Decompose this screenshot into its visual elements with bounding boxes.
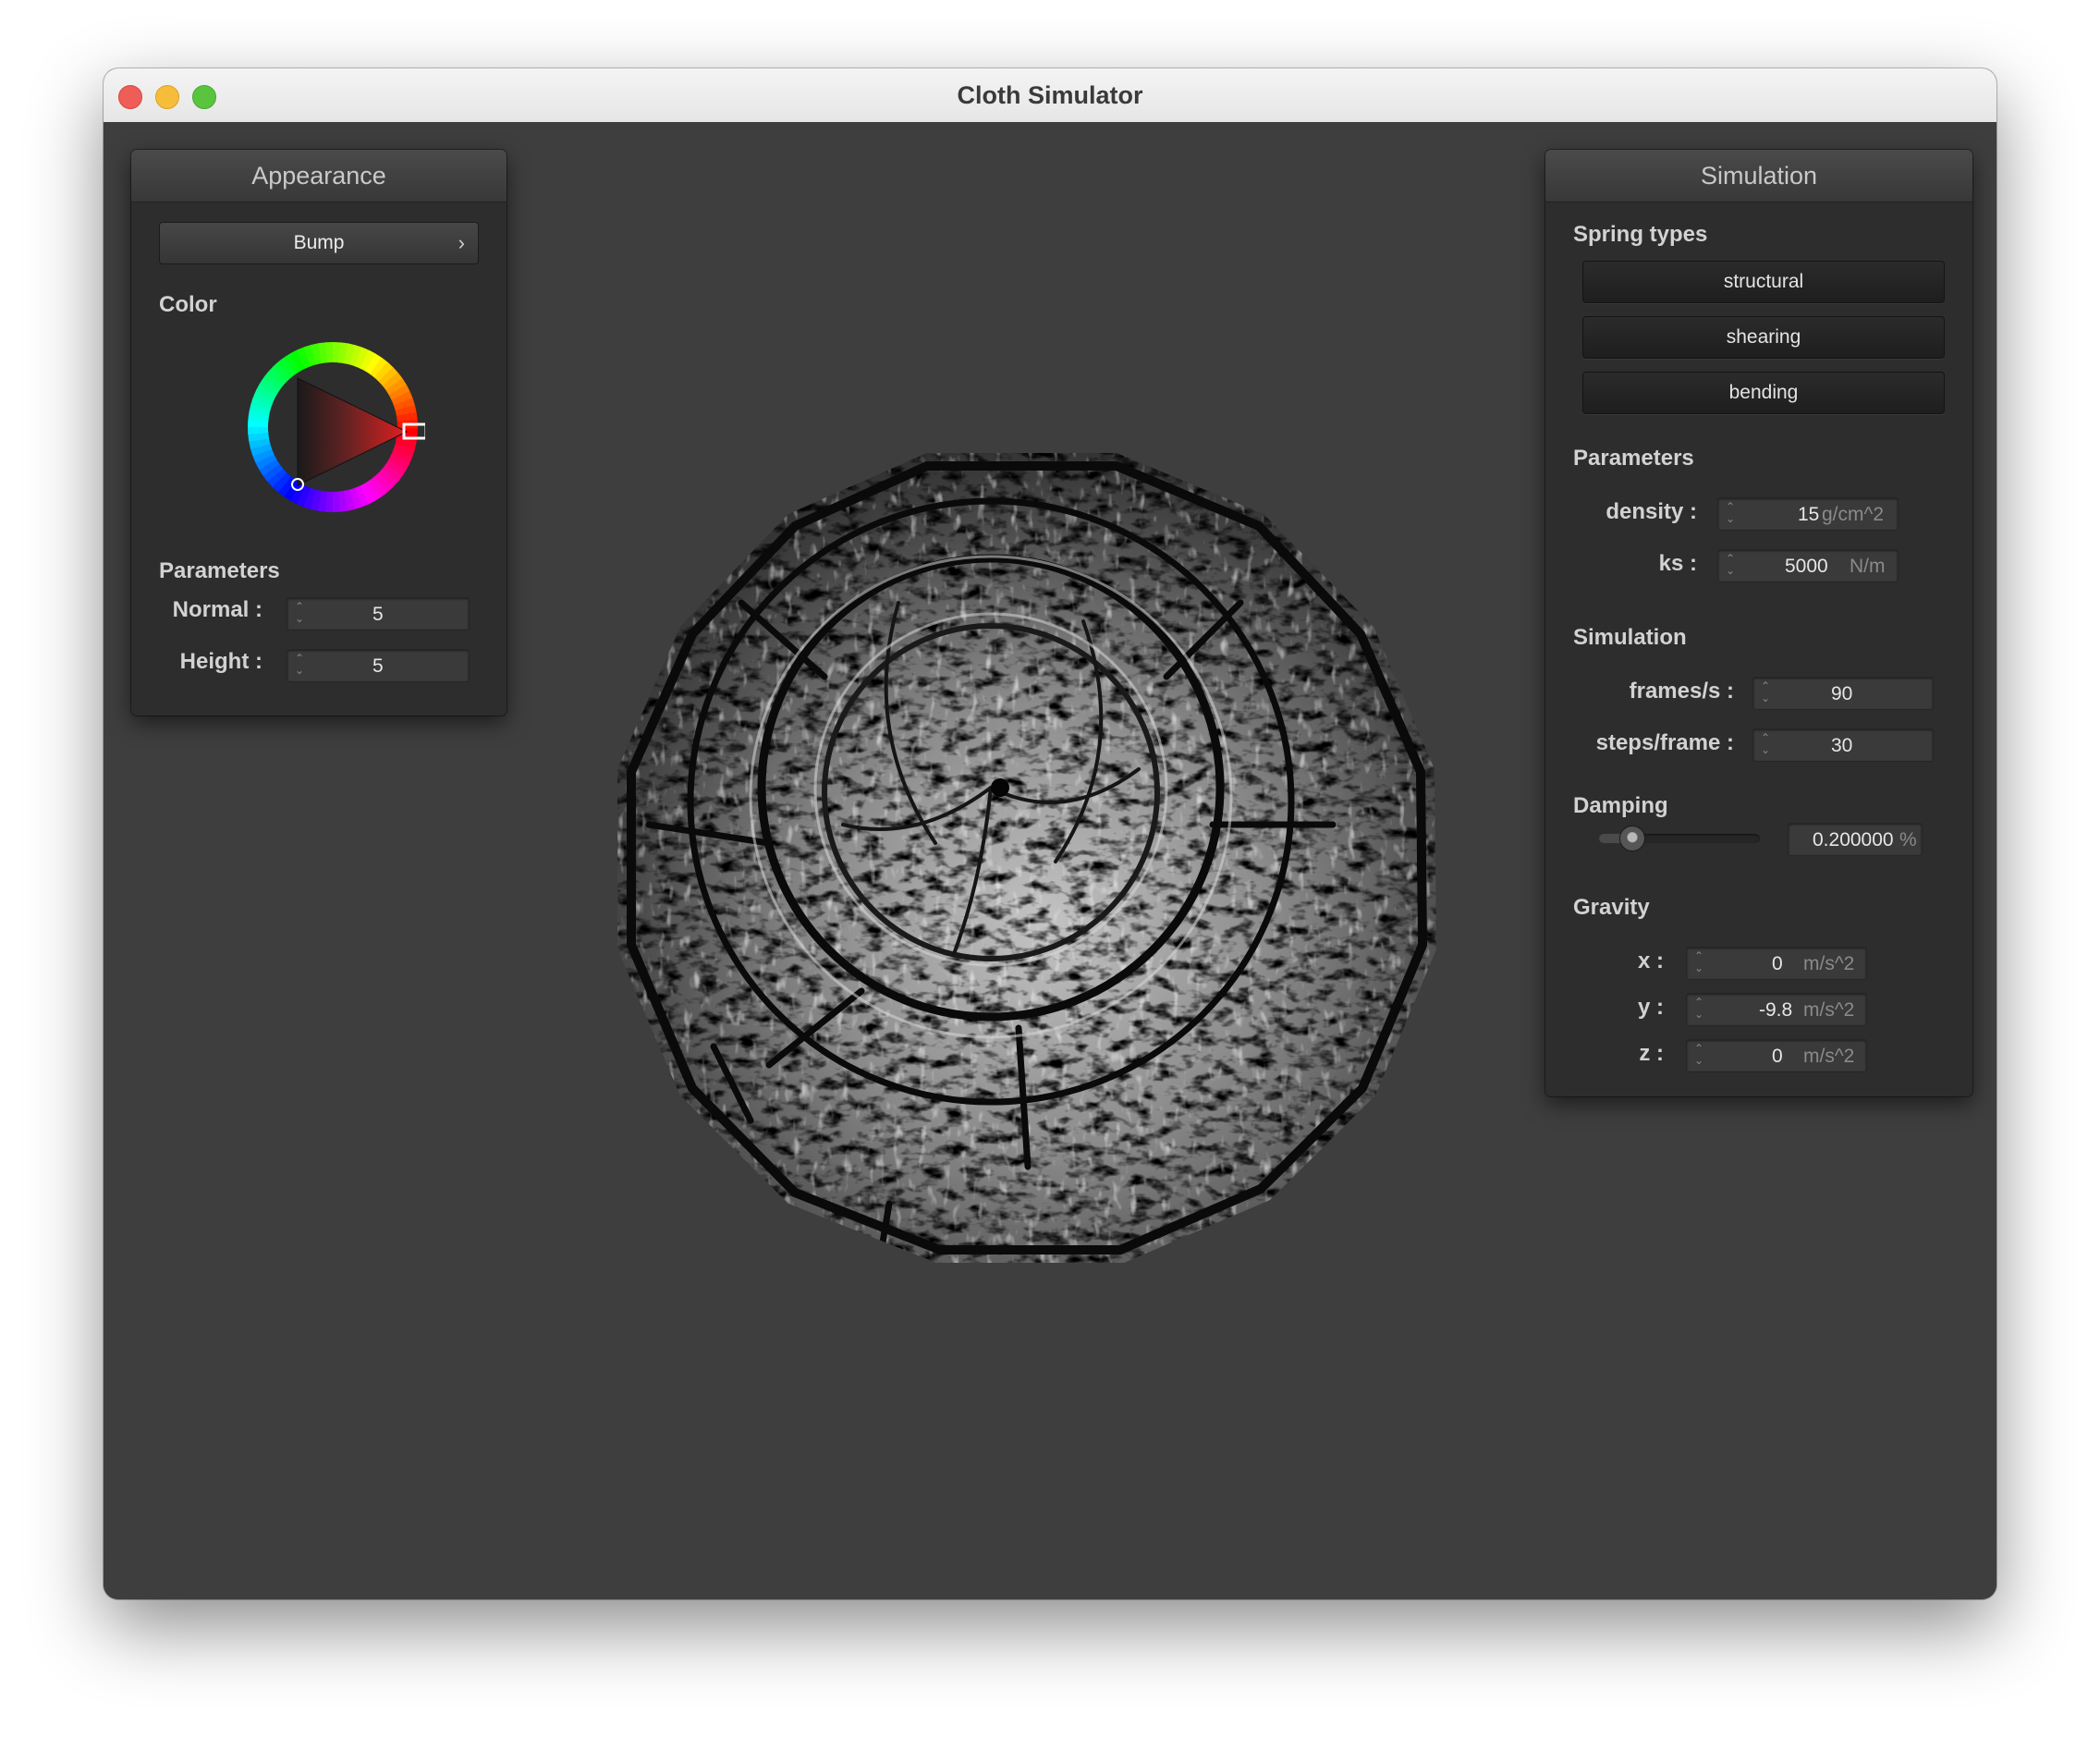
sim-parameters-label: Parameters xyxy=(1573,446,1694,471)
stepper-icon[interactable]: ⌃ ⌄ xyxy=(295,601,304,625)
gravity-y-input[interactable]: ⌃ ⌄ -9.8 m/s^2 xyxy=(1686,993,1867,1026)
density-input[interactable]: ⌃ ⌄ 15 g/cm^2 xyxy=(1717,497,1899,531)
stepper-icon[interactable]: ⌃ ⌄ xyxy=(1726,553,1735,577)
steps-per-frame-label: steps/frame : xyxy=(1595,730,1734,755)
density-label: density : xyxy=(1606,499,1697,524)
app-window: Cloth Simulator Appearance Bump › Color … xyxy=(104,68,1996,1599)
stepper-icon[interactable]: ⌃ ⌄ xyxy=(1761,732,1770,756)
gravity-z-input[interactable]: ⌃ ⌄ 0 m/s^2 xyxy=(1686,1039,1867,1072)
appearance-panel-title[interactable]: Appearance xyxy=(131,150,507,202)
simulation-section-label: Simulation xyxy=(1573,625,1687,650)
stepper-icon[interactable]: ⌃ ⌄ xyxy=(1694,950,1703,974)
gravity-z-label: z : xyxy=(1639,1041,1664,1066)
stepper-icon[interactable]: ⌃ ⌄ xyxy=(1694,997,1703,1021)
stepper-icon[interactable]: ⌃ ⌄ xyxy=(1694,1043,1703,1067)
steps-per-frame-input[interactable]: ⌃ ⌄ 30 xyxy=(1752,728,1934,762)
simulation-panel-title[interactable]: Simulation xyxy=(1545,150,1972,202)
window-title: Cloth Simulator xyxy=(957,81,1143,109)
shader-select[interactable]: Bump › xyxy=(159,222,479,264)
color-wheel[interactable] xyxy=(240,335,425,520)
spring-types-label: Spring types xyxy=(1573,222,1708,247)
ks-input[interactable]: ⌃ ⌄ 5000 N/m xyxy=(1717,549,1899,582)
damping-label: Damping xyxy=(1573,793,1668,818)
color-section-label: Color xyxy=(159,292,217,317)
chevron-right-icon: › xyxy=(458,231,465,254)
height-input[interactable]: ⌃ ⌄ 5 xyxy=(287,649,470,682)
fps-label: frames/s : xyxy=(1629,679,1734,704)
stepper-icon[interactable]: ⌃ ⌄ xyxy=(1726,501,1735,525)
height-label: Height : xyxy=(179,649,262,674)
ks-label: ks : xyxy=(1658,551,1697,576)
damping-input[interactable]: 0.200000 % xyxy=(1788,823,1923,856)
gravity-label: Gravity xyxy=(1573,895,1650,920)
damping-slider[interactable] xyxy=(1599,826,1760,851)
gravity-y-label: y : xyxy=(1637,995,1664,1020)
appearance-panel: Appearance Bump › Color Parameters Norma… xyxy=(131,150,507,716)
fps-input[interactable]: ⌃ ⌄ 90 xyxy=(1752,677,1934,710)
bending-toggle[interactable]: bending xyxy=(1582,372,1945,414)
gravity-x-label: x : xyxy=(1637,949,1664,973)
shearing-toggle[interactable]: shearing xyxy=(1582,316,1945,359)
stepper-icon[interactable]: ⌃ ⌄ xyxy=(1761,680,1770,704)
gravity-x-input[interactable]: ⌃ ⌄ 0 m/s^2 xyxy=(1686,947,1867,980)
title-bar: Cloth Simulator xyxy=(104,68,1996,123)
damping-slider-handle[interactable] xyxy=(1618,826,1645,851)
appearance-parameters-label: Parameters xyxy=(159,558,280,583)
stepper-icon[interactable]: ⌃ ⌄ xyxy=(295,653,304,677)
shader-select-value: Bump xyxy=(293,232,345,253)
normal-label: Normal : xyxy=(172,597,262,622)
simulation-panel: Simulation Spring types structural shear… xyxy=(1545,150,1972,1096)
normal-input[interactable]: ⌃ ⌄ 5 xyxy=(287,597,470,630)
structural-toggle[interactable]: structural xyxy=(1582,261,1945,303)
